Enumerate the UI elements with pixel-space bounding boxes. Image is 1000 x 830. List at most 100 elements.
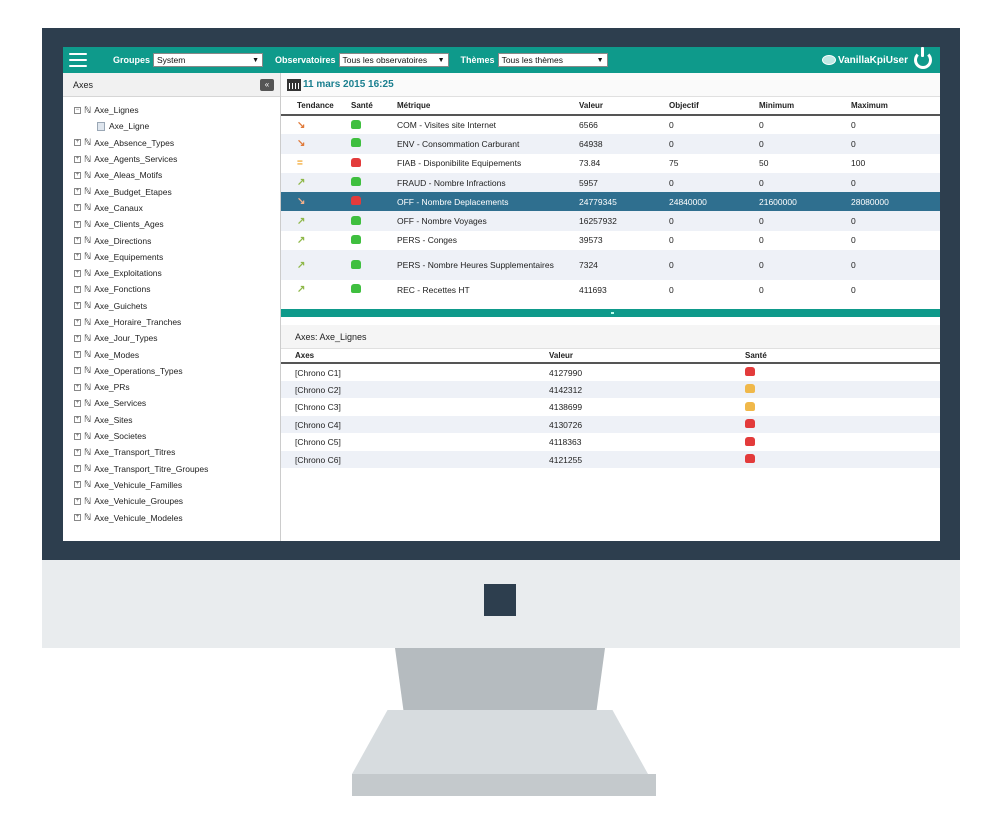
kpi-row[interactable]: ↗ FRAUD - Nombre Infractions 5957 0 0 0	[281, 172, 940, 193]
col-sante[interactable]: Santé	[339, 97, 397, 116]
expand-icon[interactable]: +	[74, 416, 81, 424]
expand-icon[interactable]: +	[74, 188, 81, 196]
groupes-select[interactable]: System ▼	[153, 53, 264, 67]
expand-icon[interactable]: +	[74, 514, 81, 522]
tree-item-label: Axe_Clients_Ages	[94, 219, 164, 230]
health-neutral-icon	[745, 384, 755, 394]
tree-item[interactable]: + ℕ Axe_Societes	[63, 428, 280, 444]
expand-icon[interactable]: +	[74, 351, 81, 359]
calendar-icon[interactable]	[287, 78, 301, 91]
expand-icon[interactable]: +	[74, 448, 81, 456]
menu-icon[interactable]	[69, 53, 87, 67]
tree-item[interactable]: Axe_Ligne	[63, 118, 280, 134]
tree-item[interactable]: + ℕ Axe_Equipements	[63, 249, 280, 265]
expand-icon[interactable]: +	[74, 383, 81, 391]
tree-item[interactable]: − ℕ Axe_Lignes	[63, 102, 280, 118]
tree-item[interactable]: + ℕ Axe_Budget_Etapes	[63, 183, 280, 199]
panel-splitter[interactable]	[281, 309, 940, 318]
tree-item[interactable]: + ℕ Axe_Fonctions	[63, 281, 280, 297]
expand-icon[interactable]: +	[74, 220, 81, 228]
col-metrique[interactable]: Métrique	[397, 97, 579, 116]
expand-icon[interactable]: +	[74, 497, 81, 505]
expand-icon[interactable]: +	[74, 253, 81, 261]
axe-name: [Chrono C4]	[281, 415, 549, 434]
expand-icon[interactable]: +	[74, 155, 81, 163]
themes-select[interactable]: Tous les thèmes ▼	[497, 53, 608, 67]
metric-name: FIAB - Disponibilite Equipements	[397, 158, 522, 169]
observatoires-select[interactable]: Tous les observatoires ▼	[338, 53, 449, 67]
kpi-row[interactable]: ↗ REC - Recettes HT 411693 0 0 0	[281, 280, 940, 299]
tree-item[interactable]: + ℕ Axe_Clients_Ages	[63, 216, 280, 232]
col-valeur[interactable]: Valeur	[579, 97, 669, 116]
tree-item[interactable]: + ℕ Axe_Vehicule_Familles	[63, 477, 280, 493]
tree-item[interactable]: + ℕ Axe_Services	[63, 395, 280, 411]
tree-item[interactable]: + ℕ Axe_PRs	[63, 379, 280, 395]
expand-icon[interactable]: +	[74, 269, 81, 277]
metric-minimum: 0	[759, 172, 851, 193]
tree-item[interactable]: + ℕ Axe_Agents_Services	[63, 151, 280, 167]
tree-item[interactable]: + ℕ Axe_Guichets	[63, 298, 280, 314]
axe-name: [Chrono C1]	[295, 367, 341, 378]
expand-icon[interactable]: +	[74, 302, 81, 310]
axes-row[interactable]: [Chrono C6] 4121255	[281, 450, 940, 469]
expand-icon[interactable]: +	[74, 432, 81, 440]
trend-cell: ↘	[281, 134, 339, 154]
expand-icon[interactable]: +	[74, 204, 81, 212]
expand-icon[interactable]: +	[74, 399, 81, 407]
expand-icon[interactable]: +	[74, 318, 81, 326]
tree-item[interactable]: + ℕ Axe_Modes	[63, 346, 280, 362]
tree-item[interactable]: + ℕ Axe_Exploitations	[63, 265, 280, 281]
tree-item[interactable]: + ℕ Axe_Operations_Types	[63, 363, 280, 379]
kpi-row[interactable]: ↗ PERS - Nombre Heures Supplementaires 732…	[281, 250, 940, 281]
col-tendance[interactable]: Tendance	[281, 97, 339, 116]
kpi-row[interactable]: = FIAB - Disponibilite Equipements 73.84 75…	[281, 154, 940, 173]
expand-icon[interactable]: +	[74, 367, 81, 375]
expand-icon[interactable]: +	[74, 334, 81, 342]
expand-icon[interactable]: +	[74, 465, 81, 473]
col-maximum[interactable]: Maximum	[851, 97, 940, 116]
date-bar: 11 mars 2015 16:25	[281, 73, 940, 97]
tree-item[interactable]: + ℕ Axe_Absence_Types	[63, 135, 280, 151]
collapse-node-icon[interactable]: −	[74, 106, 81, 114]
axes-row[interactable]: [Chrono C4] 4130726	[281, 415, 940, 434]
tree-item[interactable]: + ℕ Axe_Transport_Titre_Groupes	[63, 461, 280, 477]
col-axes-sante[interactable]: Santé	[745, 349, 940, 365]
axes-row[interactable]: [Chrono C3] 4138699	[281, 398, 940, 416]
power-icon[interactable]	[914, 47, 932, 69]
axes-row[interactable]: [Chrono C2] 4142312	[281, 380, 940, 399]
collapse-icon[interactable]: «	[260, 78, 274, 91]
tree-item[interactable]: + ℕ Axe_Sites	[63, 412, 280, 428]
axis-icon: ℕ	[84, 218, 92, 229]
expand-icon[interactable]: +	[74, 285, 81, 293]
expand-icon[interactable]: +	[74, 171, 81, 179]
col-axes-valeur[interactable]: Valeur	[549, 349, 745, 365]
tree-item-label: Axe_PRs	[94, 382, 130, 393]
user-name[interactable]: VanillaKpiUser	[838, 55, 908, 66]
col-minimum[interactable]: Minimum	[759, 97, 851, 116]
tree-item[interactable]: + ℕ Axe_Vehicule_Groupes	[63, 493, 280, 509]
axes-row[interactable]: [Chrono C1] 4127990	[281, 363, 940, 381]
kpi-row[interactable]: ↘ COM - Visites site Internet 6566 0 0 0	[281, 115, 940, 134]
kpi-row[interactable]: ↘ ENV - Consommation Carburant 64938 0 0 0	[281, 134, 940, 154]
expand-icon[interactable]: +	[74, 481, 81, 489]
kpi-row[interactable]: ↗ OFF - Nombre Voyages 16257932 0 0 0	[281, 211, 940, 231]
expand-icon[interactable]: +	[74, 237, 81, 245]
col-axes[interactable]: Axes	[281, 349, 549, 365]
tree-item[interactable]: + ℕ Axe_Transport_Titres	[63, 444, 280, 460]
col-objectif[interactable]: Objectif	[669, 97, 759, 116]
metric-maximum: 0	[851, 235, 856, 246]
tree-item[interactable]: + ℕ Axe_Jour_Types	[63, 330, 280, 346]
axes-row[interactable]: [Chrono C5] 4118363	[281, 433, 940, 451]
trend-cell: ↗	[281, 172, 339, 193]
metric-valeur: 73.84	[579, 158, 601, 169]
tree-item[interactable]: + ℕ Axe_Vehicule_Modeles	[63, 509, 280, 525]
tree-item[interactable]: + ℕ Axe_Horaire_Tranches	[63, 314, 280, 330]
kpi-row[interactable]: ↗ PERS - Conges 39573 0 0 0	[281, 231, 940, 250]
expand-icon[interactable]: +	[74, 139, 81, 147]
tree-item[interactable]: + ℕ Axe_Directions	[63, 232, 280, 248]
tree-item[interactable]: + ℕ Axe_Canaux	[63, 200, 280, 216]
axes-panel-title: Axes: Axe_Lignes	[281, 325, 940, 350]
tree-item[interactable]: + ℕ Axe_Aleas_Motifs	[63, 167, 280, 183]
kpi-row[interactable]: ↘ OFF - Nombre Deplacements 24779345 248400…	[281, 192, 940, 212]
health-cell	[339, 134, 397, 154]
